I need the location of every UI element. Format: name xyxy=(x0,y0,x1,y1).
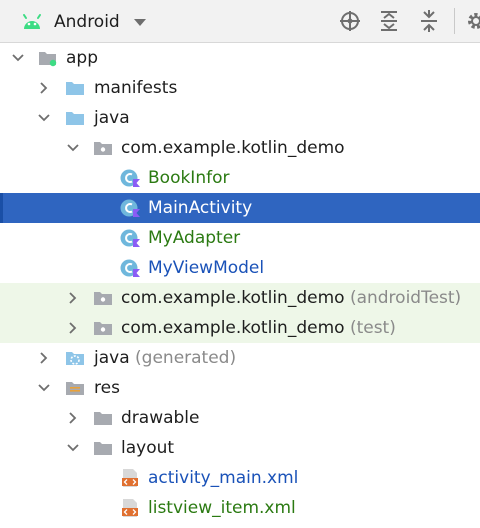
settings-gear-icon[interactable] xyxy=(465,10,480,32)
package-icon xyxy=(94,322,112,335)
tree-label: java (generated) xyxy=(94,348,236,368)
source-set-suffix: (androidTest) xyxy=(349,288,462,308)
chevron-right-icon[interactable] xyxy=(67,322,79,334)
package-name: com.example.kotlin_demo xyxy=(121,288,345,308)
package-icon xyxy=(94,142,112,155)
tree-node-class-mainactivity[interactable]: MainActivity xyxy=(0,193,480,223)
tree-node-java-generated[interactable]: java (generated) xyxy=(0,343,480,373)
tree-node-layout[interactable]: layout xyxy=(0,433,480,463)
tree-node-class-myviewmodel[interactable]: MyViewModel xyxy=(0,253,480,283)
tree-label: java xyxy=(94,108,130,128)
tree-label: manifests xyxy=(94,78,178,98)
chevron-right-icon[interactable] xyxy=(67,292,79,304)
tree-label: MainActivity xyxy=(148,198,253,218)
generated-folder-icon xyxy=(66,352,84,365)
project-view-label: Android xyxy=(54,12,120,32)
chevron-down-icon[interactable] xyxy=(38,382,50,394)
chevron-down-icon[interactable] xyxy=(38,112,50,124)
chevron-down-icon[interactable] xyxy=(133,18,146,26)
module-folder-icon xyxy=(39,52,57,67)
kotlin-class-icon xyxy=(120,229,140,247)
package-icon xyxy=(94,292,112,305)
selection-indicator xyxy=(0,193,3,223)
tree-node-java[interactable]: java xyxy=(0,103,480,133)
locate-icon[interactable] xyxy=(339,10,361,32)
resources-folder-icon xyxy=(66,382,84,395)
kotlin-class-icon xyxy=(120,169,140,187)
tree-label: com.example.kotlin_demo (test) xyxy=(121,318,396,338)
chevron-down-icon[interactable] xyxy=(67,142,79,154)
expand-all-icon[interactable] xyxy=(378,10,400,32)
project-view-selector[interactable]: Android xyxy=(20,8,146,36)
tree-node-class-bookinfor[interactable]: BookInfor xyxy=(0,163,480,193)
tree-label: MyViewModel xyxy=(148,258,265,278)
tree-node-drawable[interactable]: drawable xyxy=(0,403,480,433)
tree-label: layout xyxy=(121,438,175,458)
tree-label: MyAdapter xyxy=(148,228,241,248)
collapse-all-icon[interactable] xyxy=(418,10,440,32)
tree-label: listview_item.xml xyxy=(148,498,296,518)
tree-label: app xyxy=(66,48,98,68)
folder-icon xyxy=(94,442,112,455)
chevron-right-icon[interactable] xyxy=(38,352,50,364)
chevron-down-icon[interactable] xyxy=(67,442,79,454)
xml-file-icon xyxy=(122,499,138,517)
toolbar-separator xyxy=(454,8,455,34)
kotlin-class-icon xyxy=(120,199,140,217)
tree-label: activity_main.xml xyxy=(148,468,299,488)
source-set-suffix: (test) xyxy=(349,318,396,338)
chevron-right-icon[interactable] xyxy=(38,82,50,94)
chevron-down-icon[interactable] xyxy=(12,52,24,64)
tree-node-package-main[interactable]: com.example.kotlin_demo xyxy=(0,133,480,163)
tree-node-manifests[interactable]: manifests xyxy=(0,73,480,103)
android-icon xyxy=(23,14,41,29)
folder-icon xyxy=(66,82,84,95)
xml-file-icon xyxy=(122,469,138,487)
tree-label: drawable xyxy=(121,408,200,428)
chevron-right-icon[interactable] xyxy=(67,412,79,424)
tree-label: com.example.kotlin_demo xyxy=(121,138,345,158)
tree-label: BookInfor xyxy=(148,168,230,188)
folder-name: java xyxy=(94,348,130,368)
tree-node-app[interactable]: app xyxy=(0,43,480,73)
project-toolbar: Android xyxy=(0,0,480,43)
tree-node-file-listview-item[interactable]: listview_item.xml xyxy=(0,493,480,523)
tree-label: com.example.kotlin_demo (androidTest) xyxy=(121,288,461,308)
package-name: com.example.kotlin_demo xyxy=(121,318,345,338)
tree-node-package-androidtest[interactable]: com.example.kotlin_demo (androidTest) xyxy=(0,283,480,313)
tree-label: res xyxy=(94,378,120,398)
folder-icon xyxy=(66,112,84,125)
generated-suffix: (generated) xyxy=(135,348,237,368)
kotlin-class-icon xyxy=(120,259,140,277)
tree-node-class-myadapter[interactable]: MyAdapter xyxy=(0,223,480,253)
tree-node-file-activity-main[interactable]: activity_main.xml xyxy=(0,463,480,493)
folder-icon xyxy=(94,412,112,425)
tree-node-res[interactable]: res xyxy=(0,373,480,403)
tree-node-package-test[interactable]: com.example.kotlin_demo (test) xyxy=(0,313,480,343)
